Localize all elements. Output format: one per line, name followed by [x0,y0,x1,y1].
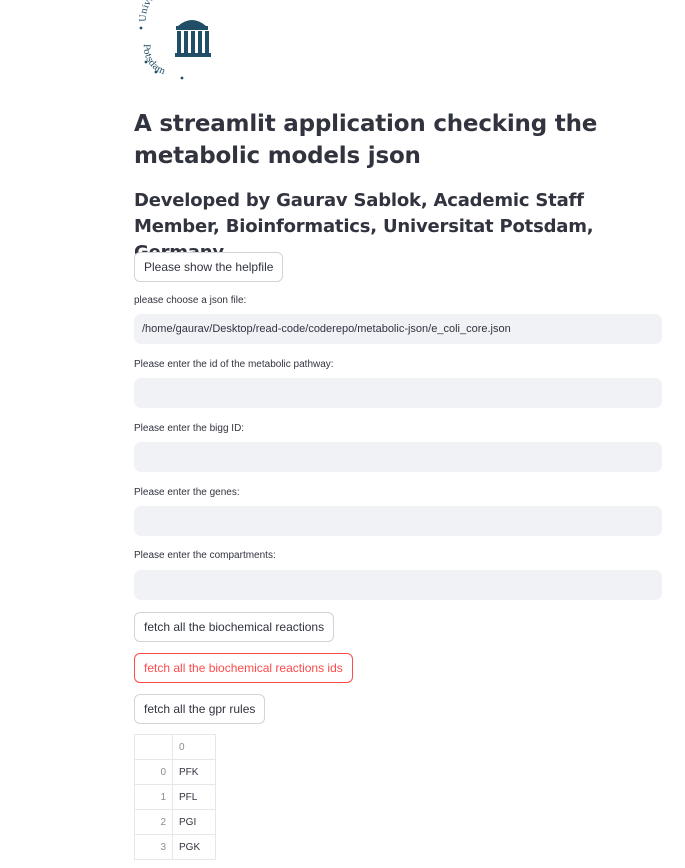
row-index: 3 [134,834,173,860]
row-index: 2 [134,809,173,835]
json-file-label: please choose a json file: [134,295,247,306]
fetch-reaction-ids-button[interactable]: fetch all the biochemical reactions ids [134,653,353,683]
bigg-id-input[interactable] [134,442,662,472]
table-header-row: 0 [134,734,216,760]
show-helpfile-button[interactable]: Please show the helpfile [134,252,284,282]
row-index: 0 [134,759,173,785]
fetch-gpr-rules-button[interactable]: fetch all the gpr rules [134,694,266,724]
row-value[interactable]: PGI [172,809,216,835]
logo-text-top: Universität [139,0,178,22]
university-logo: Universität Potsdam [136,0,216,82]
table-row[interactable]: 2 PGI [134,809,216,835]
bigg-id-label: Please enter the bigg ID: [134,423,245,434]
pathway-id-input[interactable] [134,378,662,408]
pathway-id-label: Please enter the id of the metabolic pat… [134,359,334,370]
table-row[interactable]: 3 PGK [134,834,216,860]
svg-text:Universität: Universität [139,0,178,22]
row-value[interactable]: PGK [172,834,216,860]
compartments-input[interactable] [134,570,662,600]
page-title: A streamlit application checking the met… [134,111,598,169]
row-index: 1 [134,784,173,810]
compartments-label: Please enter the compartments: [134,550,276,561]
table-row[interactable]: 1 PFL [134,784,216,810]
table-row[interactable]: 0 PFK [134,759,216,785]
column-header[interactable]: 0 [172,734,216,760]
row-value[interactable]: PFL [172,784,216,810]
fetch-reactions-button[interactable]: fetch all the biochemical reactions [134,612,335,642]
logo-text-bottom: Potsdam [141,44,167,77]
genes-input[interactable] [134,506,662,536]
index-header [134,734,173,760]
genes-label: Please enter the genes: [134,487,240,498]
svg-text:Potsdam: Potsdam [141,44,167,77]
json-file-input[interactable] [134,314,662,344]
reactions-dataframe[interactable]: 0 0 PFK 1 PFL 2 PGI 3 PGK [134,734,216,860]
row-value[interactable]: PFK [172,759,216,785]
university-seal-icon: Universität Potsdam [139,0,211,80]
